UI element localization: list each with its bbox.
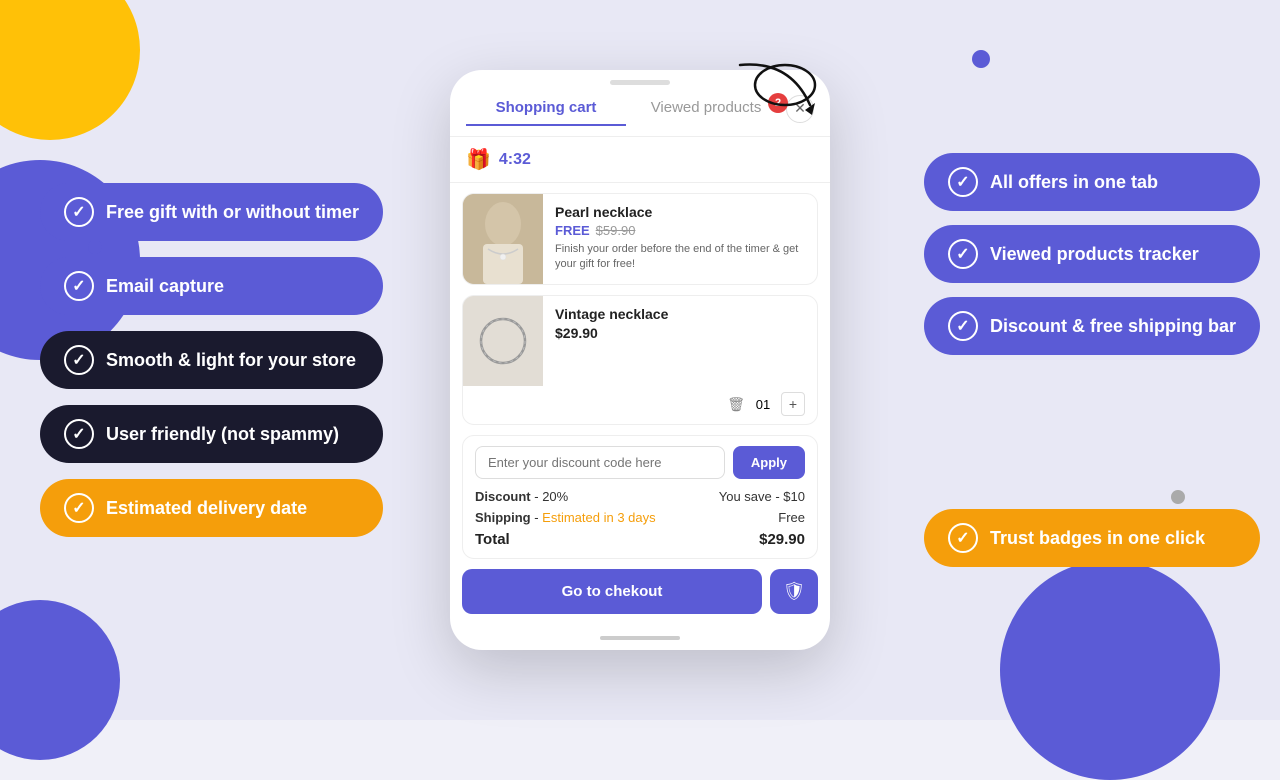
feature-smooth-label: Smooth & light for your store — [106, 350, 356, 371]
product-desc-pearl: Finish your order before the end of the … — [555, 242, 805, 273]
product-name-pearl: Pearl necklace — [555, 204, 805, 220]
feature-all-offers: ✓ All offers in one tab — [924, 153, 1260, 211]
phone-bottom-notch — [600, 636, 680, 640]
qty-increment-button[interactable]: + — [781, 392, 805, 416]
discount-percent: - 20% — [534, 489, 568, 504]
feature-all-offers-label: All offers in one tab — [990, 172, 1158, 193]
shipping-row: Shipping - Estimated in 3 days Free — [475, 510, 805, 525]
total-row: Total $29.90 — [475, 531, 805, 548]
apply-button[interactable]: Apply — [733, 446, 805, 479]
product-card-pearl: Pearl necklace FREE $59.90 Finish your o… — [462, 193, 818, 285]
feature-viewed-products: ✓ Viewed products tracker — [924, 225, 1260, 283]
feature-discount-shipping: ✓ Discount & free shipping bar — [924, 297, 1260, 355]
discount-label: Discount - 20% — [475, 489, 568, 504]
tab-shopping-cart[interactable]: Shopping cart — [466, 91, 626, 126]
discount-code-input[interactable] — [475, 446, 725, 479]
product-name-vintage: Vintage necklace — [555, 306, 805, 322]
discount-row: Discount - 20% You save - $10 — [475, 489, 805, 504]
phone-bottom-bar — [450, 628, 830, 650]
price-original-pearl: $59.90 — [596, 223, 636, 238]
shipping-value: Free — [778, 510, 805, 525]
check-icon-email-capture: ✓ — [64, 271, 94, 301]
trash-icon[interactable]: 🗑 — [727, 396, 745, 413]
check-icon-user-friendly: ✓ — [64, 419, 94, 449]
feature-viewed-products-label: Viewed products tracker — [990, 244, 1199, 265]
total-value: $29.90 — [759, 531, 805, 548]
feature-trust-badges-label: Trust badges in one click — [990, 528, 1205, 549]
feature-free-gift-label: Free gift with or without timer — [106, 202, 359, 223]
feature-email-capture: ✓ Email capture — [40, 257, 383, 315]
check-icon-all-offers: ✓ — [948, 167, 978, 197]
feature-discount-shipping-label: Discount & free shipping bar — [990, 316, 1236, 337]
check-icon-free-gift: ✓ — [64, 197, 94, 227]
feature-estimated-delivery: ✓ Estimated delivery date — [40, 479, 383, 537]
shield-button[interactable]: 🛡 — [770, 569, 818, 614]
feature-trust-badges: ✓ Trust badges in one click — [924, 509, 1260, 567]
shipping-label: Shipping - Estimated in 3 days — [475, 510, 656, 525]
product-image-vintage — [463, 296, 543, 386]
checkout-button[interactable]: Go to chekout — [462, 569, 762, 614]
timer-value: 4:32 — [499, 151, 531, 169]
check-icon-estimated-delivery: ✓ — [64, 493, 94, 523]
left-panel: ✓ Free gift with or without timer ✓ Emai… — [40, 183, 383, 537]
product-price-pearl: FREE $59.90 — [555, 223, 805, 238]
feature-email-capture-label: Email capture — [106, 276, 224, 297]
feature-user-friendly-label: User friendly (not spammy) — [106, 424, 339, 445]
product-image-pearl — [463, 194, 543, 284]
product-card-pearl-inner: Pearl necklace FREE $59.90 Finish your o… — [463, 194, 817, 284]
product-info-vintage: Vintage necklace $29.90 — [543, 296, 817, 386]
checkout-row: Go to chekout 🛡 — [462, 569, 818, 614]
check-icon-smooth: ✓ — [64, 345, 94, 375]
check-icon-trust-badges: ✓ — [948, 523, 978, 553]
phone-mockup: Shopping cart Viewed products 2 ✕ 🎁 4:32 — [450, 70, 830, 650]
check-icon-discount-shipping: ✓ — [948, 311, 978, 341]
product-card-vintage: Vintage necklace $29.90 🗑 01 + — [462, 295, 818, 425]
qty-value: 01 — [753, 397, 773, 412]
feature-smooth: ✓ Smooth & light for your store — [40, 331, 383, 389]
discount-input-row: Apply — [475, 446, 805, 479]
shipping-estimate: Estimated in 3 days — [542, 510, 655, 525]
total-label: Total — [475, 531, 510, 548]
discount-section: Apply Discount - 20% You save - $10 Ship… — [462, 435, 818, 559]
feature-user-friendly: ✓ User friendly (not spammy) — [40, 405, 383, 463]
phone-notch — [610, 80, 670, 85]
product-card-vintage-inner: Vintage necklace $29.90 — [463, 296, 817, 386]
product-price-vintage: $29.90 — [555, 325, 805, 341]
feature-free-gift: ✓ Free gift with or without timer — [40, 183, 383, 241]
price-free-label: FREE — [555, 223, 590, 238]
product-info-pearl: Pearl necklace FREE $59.90 Finish your o… — [543, 194, 817, 284]
product-qty-row: 🗑 01 + — [463, 386, 817, 424]
price-vintage: $29.90 — [555, 325, 598, 341]
discount-save-value: You save - $10 — [719, 489, 805, 504]
right-panel: ✓ All offers in one tab ✓ Viewed product… — [924, 153, 1260, 567]
check-icon-viewed-products: ✓ — [948, 239, 978, 269]
shield-icon: 🛡 — [783, 581, 806, 602]
gift-icon: 🎁 — [466, 147, 491, 172]
feature-estimated-delivery-label: Estimated delivery date — [106, 498, 307, 519]
arrow-annotation — [730, 55, 850, 140]
gift-timer: 🎁 4:32 — [450, 137, 830, 183]
